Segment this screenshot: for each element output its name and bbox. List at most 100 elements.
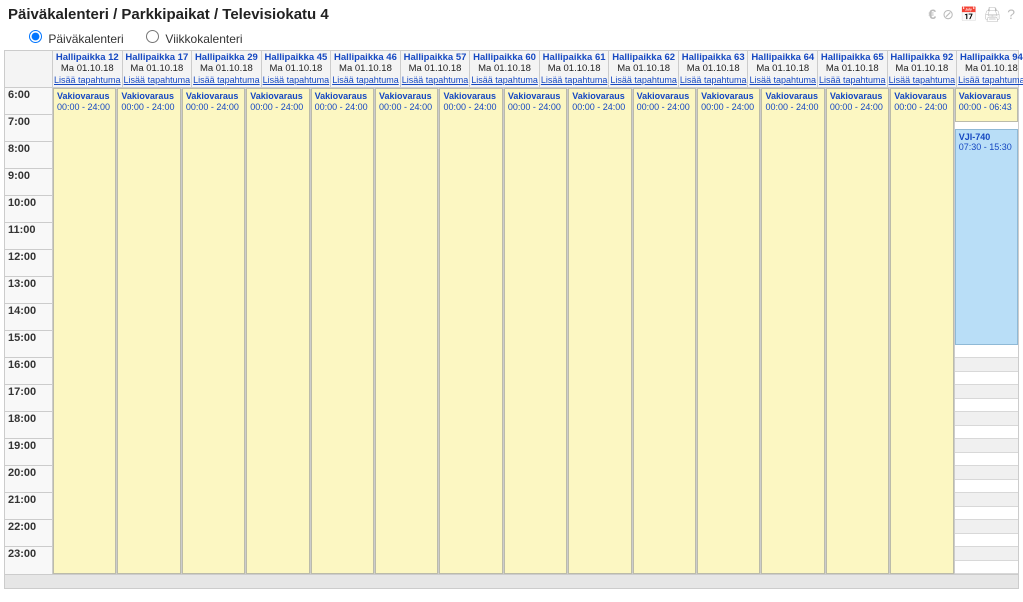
hour-label: 16:00 (5, 358, 52, 385)
day-view-radio[interactable] (29, 30, 42, 43)
event-title: Vakiovaraus (186, 91, 241, 101)
day-column[interactable]: Vakiovaraus00:00 - 24:00 (439, 88, 503, 574)
day-view-radio-label[interactable]: Päiväkalenteri (24, 32, 127, 46)
free-slot[interactable] (955, 358, 1018, 372)
event-title: Vakiovaraus (121, 91, 176, 101)
add-event-link[interactable]: Lisää tapahtuma (402, 75, 469, 85)
event-default[interactable]: Vakiovaraus00:00 - 24:00 (890, 88, 953, 574)
free-slot[interactable] (955, 453, 1018, 467)
free-slot[interactable] (955, 507, 1018, 521)
event-default[interactable]: Vakiovaraus00:00 - 24:00 (246, 88, 309, 574)
print-icon[interactable]: 🖨 (983, 6, 1001, 23)
column-date: Ma 01.10.18 (193, 64, 260, 75)
add-event-link[interactable]: Lisää tapahtuma (958, 75, 1023, 85)
column-date: Ma 01.10.18 (610, 64, 677, 75)
event-default[interactable]: Vakiovaraus00:00 - 24:00 (504, 88, 567, 574)
free-slot[interactable] (955, 547, 1018, 561)
column-date: Ma 01.10.18 (749, 64, 816, 75)
add-event-link[interactable]: Lisää tapahtuma (680, 75, 747, 85)
cancel-icon[interactable]: ⊘ (942, 6, 954, 23)
add-event-link[interactable]: Lisää tapahtuma (263, 75, 330, 85)
event-default[interactable]: Vakiovaraus00:00 - 24:00 (117, 88, 180, 574)
event-default[interactable]: Vakiovaraus00:00 - 24:00 (182, 88, 245, 574)
add-event-link[interactable]: Lisää tapahtuma (889, 75, 956, 85)
week-view-radio-label[interactable]: Viikkokalenteri (141, 32, 243, 46)
free-slot[interactable] (955, 493, 1018, 507)
event-default[interactable]: Vakiovaraus00:00 - 24:00 (826, 88, 889, 574)
event-default[interactable]: Vakiovaraus00:00 - 24:00 (53, 88, 116, 574)
day-column[interactable]: Vakiovaraus00:00 - 24:00 (761, 88, 825, 574)
event-time: 00:00 - 24:00 (894, 102, 949, 112)
day-view-label: Päiväkalenteri (48, 32, 123, 46)
column-header: Hallipaikka 12Ma 01.10.18Lisää tapahtuma (53, 51, 123, 87)
add-event-link[interactable]: Lisää tapahtuma (193, 75, 260, 85)
add-event-link[interactable]: Lisää tapahtuma (819, 75, 886, 85)
day-column[interactable]: Vakiovaraus00:00 - 24:00 (375, 88, 439, 574)
event-title: Vakiovaraus (379, 91, 434, 101)
hour-label: 6:00 (5, 88, 52, 115)
event-title: Vakiovaraus (894, 91, 949, 101)
day-column[interactable]: Vakiovaraus00:00 - 24:00 (504, 88, 568, 574)
add-event-link[interactable]: Lisää tapahtuma (332, 75, 399, 85)
event-default[interactable]: Vakiovaraus00:00 - 24:00 (761, 88, 824, 574)
day-column[interactable]: Vakiovaraus00:00 - 24:00 (697, 88, 761, 574)
event-title: Vakiovaraus (765, 91, 820, 101)
day-column[interactable]: Vakiovaraus00:00 - 24:00 (826, 88, 890, 574)
event-title: Vakiovaraus (701, 91, 756, 101)
free-slot[interactable] (955, 412, 1018, 426)
column-header: Hallipaikka 46Ma 01.10.18Lisää tapahtuma (331, 51, 401, 87)
event-title: Vakiovaraus (959, 91, 1014, 101)
day-column[interactable]: Vakiovaraus00:00 - 24:00 (117, 88, 181, 574)
free-slot[interactable] (955, 561, 1018, 575)
column-date: Ma 01.10.18 (471, 64, 538, 75)
free-slot[interactable] (955, 520, 1018, 534)
euro-icon[interactable]: € (928, 6, 936, 23)
add-event-link[interactable]: Lisää tapahtuma (124, 75, 191, 85)
event-default[interactable]: Vakiovaraus00:00 - 24:00 (439, 88, 502, 574)
column-header: Hallipaikka 45Ma 01.10.18Lisää tapahtuma (262, 51, 332, 87)
free-slot[interactable] (955, 345, 1018, 359)
help-icon[interactable]: ? (1007, 6, 1015, 23)
free-slot[interactable] (955, 466, 1018, 480)
day-column[interactable]: Vakiovaraus00:00 - 24:00 (53, 88, 117, 574)
day-column[interactable]: Vakiovaraus00:00 - 06:43 VJI-74007:30 - 1… (955, 88, 1018, 574)
free-slot[interactable] (955, 385, 1018, 399)
day-column[interactable]: Vakiovaraus00:00 - 24:00 (890, 88, 954, 574)
hour-label: 19:00 (5, 439, 52, 466)
event-default[interactable]: Vakiovaraus00:00 - 24:00 (375, 88, 438, 574)
hour-label: 17:00 (5, 385, 52, 412)
day-column[interactable]: Vakiovaraus00:00 - 24:00 (568, 88, 632, 574)
free-slot[interactable] (955, 399, 1018, 413)
event-booking[interactable]: VJI-74007:30 - 15:30 (955, 129, 1018, 345)
event-default[interactable]: Vakiovaraus00:00 - 24:00 (568, 88, 631, 574)
day-column[interactable]: Vakiovaraus00:00 - 24:00 (633, 88, 697, 574)
event-default[interactable]: Vakiovaraus00:00 - 06:43 (955, 88, 1018, 122)
column-header: Hallipaikka 92Ma 01.10.18Lisää tapahtuma (888, 51, 958, 87)
day-column[interactable]: Vakiovaraus00:00 - 24:00 (182, 88, 246, 574)
column-date: Ma 01.10.18 (680, 64, 747, 75)
event-default[interactable]: Vakiovaraus00:00 - 24:00 (633, 88, 696, 574)
hour-label: 14:00 (5, 304, 52, 331)
event-time: 00:00 - 24:00 (250, 102, 305, 112)
calendar-icon[interactable]: 📅 (960, 6, 977, 23)
day-column[interactable]: Vakiovaraus00:00 - 24:00 (246, 88, 310, 574)
day-column[interactable]: Vakiovaraus00:00 - 24:00 (311, 88, 375, 574)
event-time: 00:00 - 24:00 (572, 102, 627, 112)
free-slot[interactable] (955, 534, 1018, 548)
free-slot[interactable] (955, 426, 1018, 440)
event-default[interactable]: Vakiovaraus00:00 - 24:00 (697, 88, 760, 574)
add-event-link[interactable]: Lisää tapahtuma (749, 75, 816, 85)
event-default[interactable]: Vakiovaraus00:00 - 24:00 (311, 88, 374, 574)
add-event-link[interactable]: Lisää tapahtuma (471, 75, 538, 85)
add-event-link[interactable]: Lisää tapahtuma (54, 75, 121, 85)
week-view-radio[interactable] (146, 30, 159, 43)
event-time: 00:00 - 24:00 (379, 102, 434, 112)
event-title: VJI-740 (959, 132, 1014, 142)
free-slot[interactable] (955, 372, 1018, 386)
add-event-link[interactable]: Lisää tapahtuma (610, 75, 677, 85)
free-slot[interactable] (955, 480, 1018, 494)
add-event-link[interactable]: Lisää tapahtuma (541, 75, 608, 85)
column-header: Hallipaikka 63Ma 01.10.18Lisää tapahtuma (679, 51, 749, 87)
column-date: Ma 01.10.18 (889, 64, 956, 75)
free-slot[interactable] (955, 439, 1018, 453)
